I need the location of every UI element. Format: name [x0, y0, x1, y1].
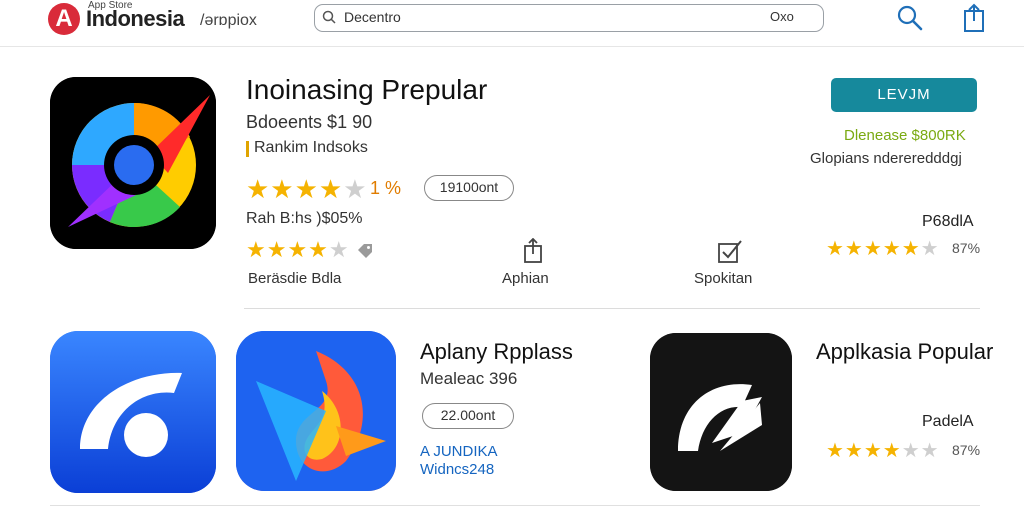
- app-store-logo-icon[interactable]: A: [48, 3, 80, 35]
- app-icon-blue[interactable]: [50, 331, 216, 493]
- developer-link-2[interactable]: Widncs248: [420, 461, 494, 478]
- downloads-badge[interactable]: 19100ont: [424, 175, 514, 201]
- app-title-2[interactable]: Aplany Rpplass: [420, 339, 573, 365]
- section-divider: [244, 308, 980, 309]
- secondary-rating-stars: ★★★★★: [246, 237, 350, 262]
- app-icon-colorful[interactable]: [236, 331, 396, 491]
- app-icon-dark[interactable]: [650, 333, 792, 491]
- app-rank: Rankim Indsoks: [254, 139, 368, 156]
- search-icon: [322, 10, 336, 24]
- check-action-label[interactable]: Spokitan: [694, 270, 752, 287]
- popular-category: PadelA: [922, 413, 974, 430]
- popular-app-title[interactable]: Applkasia Popular: [816, 339, 993, 365]
- tag-icon: [358, 244, 372, 258]
- store-subtitle: /ərɒpiox: [200, 12, 257, 29]
- popular-rating-percent: 87%: [952, 442, 981, 458]
- rating-count: 1 %: [370, 178, 402, 198]
- rank-marker: [246, 141, 249, 157]
- price-badge[interactable]: 22.00ont: [422, 403, 514, 429]
- app-caption: Glopians ndereredddgj: [810, 150, 962, 167]
- discount-text: Dlenease $800RK: [844, 127, 966, 144]
- category-rating-percent: 87%: [952, 240, 981, 256]
- share-icon[interactable]: [960, 3, 988, 33]
- featured-app-icon[interactable]: [50, 77, 216, 249]
- popular-rating-stars: ★★★★★★: [826, 440, 940, 462]
- share-action-label[interactable]: Aphian: [502, 270, 549, 287]
- app-subtitle-2: Mealeac 396: [420, 369, 518, 388]
- store-name[interactable]: Indonesia: [86, 6, 185, 32]
- rating-stars: ★★★★★: [246, 174, 368, 204]
- category-rating-stars: ★★★★★★: [826, 238, 940, 260]
- app-price: Bdoeents $1 90: [246, 112, 373, 132]
- app-title[interactable]: Inoinasing Prepular: [246, 74, 487, 106]
- search-input[interactable]: [344, 7, 744, 27]
- install-button[interactable]: LEVJM: [831, 78, 977, 112]
- share-icon[interactable]: [522, 238, 544, 264]
- search-icon[interactable]: [896, 4, 924, 32]
- category-label: P68dlA: [922, 213, 974, 230]
- app-subtitle: Rah B:hs )$05%: [246, 210, 363, 227]
- footer-label: Beräsdie Bdla: [248, 270, 342, 287]
- check-box-icon[interactable]: [716, 238, 744, 264]
- bottom-divider: [50, 505, 980, 506]
- developer-link[interactable]: A JUNDIKA: [420, 443, 498, 460]
- search-suffix: Oxo: [770, 9, 794, 24]
